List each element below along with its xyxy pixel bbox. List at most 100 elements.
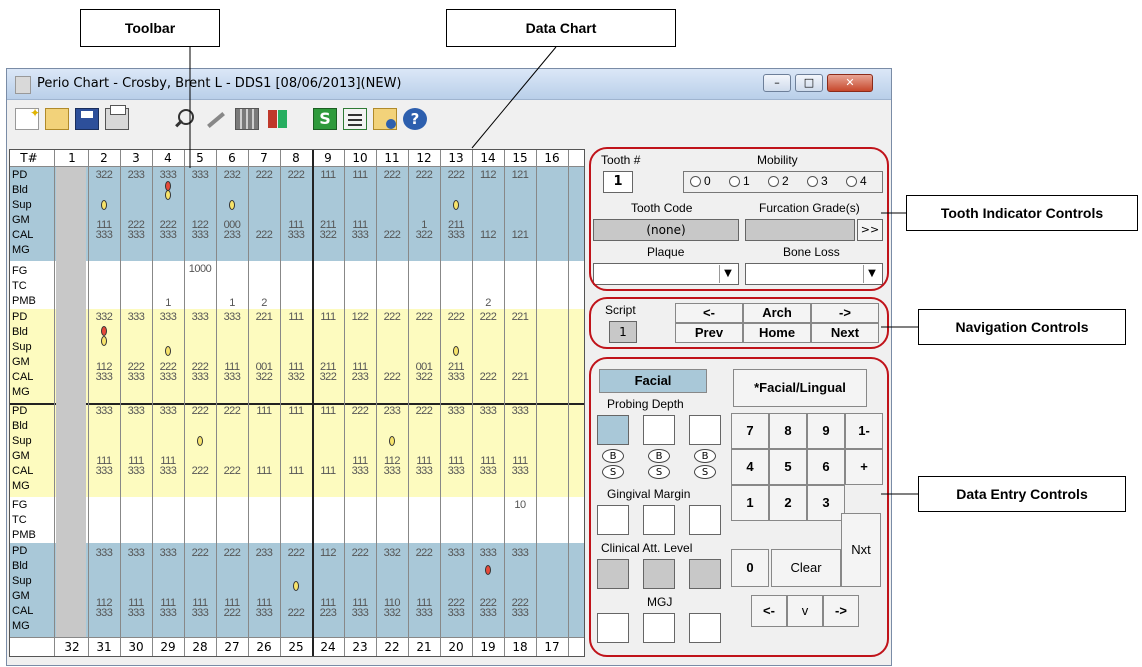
row-label: Bld [12, 560, 28, 572]
clipboard-icon[interactable] [343, 108, 367, 130]
chart-cell-value: 333 [127, 405, 145, 417]
row-label: GM [12, 214, 30, 226]
chart-cell-value: 222 [383, 229, 401, 241]
tooth-number-lower: 29 [160, 640, 176, 654]
callout-data-chart-label: Data Chart [525, 20, 597, 36]
callout-data-chart: Data Chart [446, 9, 676, 47]
suppuration-marker [293, 581, 299, 591]
open-icon[interactable] [45, 108, 69, 130]
suppuration-marker [165, 346, 171, 356]
chart-cell-value: 333 [415, 607, 433, 619]
callout-data-entry-label: Data Entry Controls [956, 486, 1088, 502]
row-label: PMB [12, 295, 36, 307]
chart-cell-value: 333 [511, 547, 529, 559]
chart-cell-value: 333 [351, 607, 369, 619]
chart-cell-value: 233 [383, 405, 401, 417]
chart-cell-value: 333 [479, 547, 497, 559]
tooth-number-upper: 12 [416, 151, 432, 165]
chart-cell-value: 1000 [188, 263, 212, 275]
chart-cell-value: 222 [479, 371, 497, 383]
tooth-number-lower: 27 [224, 640, 240, 654]
callout-toolbar-label: Toolbar [124, 20, 176, 36]
suppuration-marker [453, 200, 459, 210]
perio-chart-window: Perio Chart - Crosby, Brent L - DDS1 [08… [6, 68, 892, 666]
chart-cell-value: 222 [287, 547, 305, 559]
column-divider [184, 150, 185, 656]
row-label: Bld [12, 326, 28, 338]
column-divider [472, 150, 473, 656]
person-icon[interactable] [265, 108, 289, 130]
chart-cell-value: 222 [447, 311, 465, 323]
callout-tooth-indicator-label: Tooth Indicator Controls [940, 205, 1104, 221]
row-label: PD [12, 311, 28, 323]
chart-cell-value: 233 [351, 371, 369, 383]
tooth-number-lower: 19 [480, 640, 496, 654]
upper-facial-band [10, 167, 584, 261]
window-title: Perio Chart - Crosby, Brent L - DDS1 [08… [37, 76, 402, 91]
chart-cell-value: 111 [352, 169, 368, 181]
tooth-number-lower: 30 [128, 640, 144, 654]
tooth-number-lower: 20 [448, 640, 464, 654]
row-label: MG [12, 620, 30, 632]
chart-cell-value: 322 [415, 229, 433, 241]
column-divider [248, 150, 249, 656]
chart-cell-value: 111 [288, 465, 304, 477]
save-icon[interactable] [75, 108, 99, 130]
row-label: MG [12, 244, 30, 256]
column-divider [440, 150, 441, 656]
print-icon[interactable] [105, 105, 129, 130]
lower-tooth-footer: 32 31 30 29 28 27 26 25 24 23 22 21 20 19 18 17 [10, 637, 584, 656]
row-label: Bld [12, 184, 28, 196]
chart-cell-value: 333 [191, 607, 209, 619]
new-icon[interactable]: ✦ [15, 106, 40, 130]
chart-cell-value: 222 [223, 405, 241, 417]
chart-cell-value: 322 [255, 371, 273, 383]
chart-cell-value: 222 [223, 547, 241, 559]
chart-cell-value: 333 [447, 371, 465, 383]
chart-cell-value: 333 [127, 311, 145, 323]
bleeding-marker [101, 326, 107, 336]
tooth-number-lower: 26 [256, 640, 272, 654]
chart-cell-value: 333 [479, 465, 497, 477]
tooth-number-lower: 23 [352, 640, 368, 654]
app-icon [15, 76, 31, 94]
row-label: PD [12, 169, 28, 181]
chart-cell-value: 322 [319, 371, 337, 383]
script-icon[interactable]: S [313, 108, 337, 130]
chart-cell-value: 333 [159, 169, 177, 181]
tooth-number-upper: 13 [448, 151, 464, 165]
column-divider [376, 150, 377, 656]
chart-cell-value: 111 [320, 405, 336, 417]
chart-cell-value: 333 [159, 547, 177, 559]
zoom-icon[interactable] [173, 108, 197, 130]
folder-info-icon[interactable] [373, 108, 397, 130]
column-divider [216, 150, 217, 656]
help-icon[interactable]: ? [403, 108, 427, 130]
chart-cell-value: 10 [514, 499, 526, 511]
chart-cell-value: 333 [447, 405, 465, 417]
tooth-number-upper: 9 [324, 151, 332, 165]
maximize-button[interactable]: □ [795, 74, 823, 92]
chart-cell-value: 333 [159, 607, 177, 619]
tooth-number-lower: 22 [384, 640, 400, 654]
tooth-number-upper: 11 [384, 151, 400, 165]
row-label: GM [12, 356, 30, 368]
minimize-button[interactable]: – [763, 74, 791, 92]
tools-icon[interactable] [203, 108, 227, 130]
suppuration-marker [101, 200, 107, 210]
chart-cell-value: 333 [511, 465, 529, 477]
calculator-icon[interactable] [235, 108, 259, 130]
chart-cell-value: 2 [261, 297, 267, 309]
bleeding-marker [485, 565, 491, 575]
row-label: PMB [12, 529, 36, 541]
chart-cell-value: 221 [511, 371, 529, 383]
chart-cell-value: 222 [255, 229, 273, 241]
chart-cell-value: 322 [319, 229, 337, 241]
chart-cell-value: 333 [223, 371, 241, 383]
chart-cell-value: 111 [288, 311, 304, 323]
close-button[interactable]: ✕ [827, 74, 873, 92]
column-divider [280, 150, 281, 656]
chart-cell-value: 333 [479, 607, 497, 619]
row-label: CAL [12, 465, 34, 477]
suppuration-marker [197, 436, 203, 446]
